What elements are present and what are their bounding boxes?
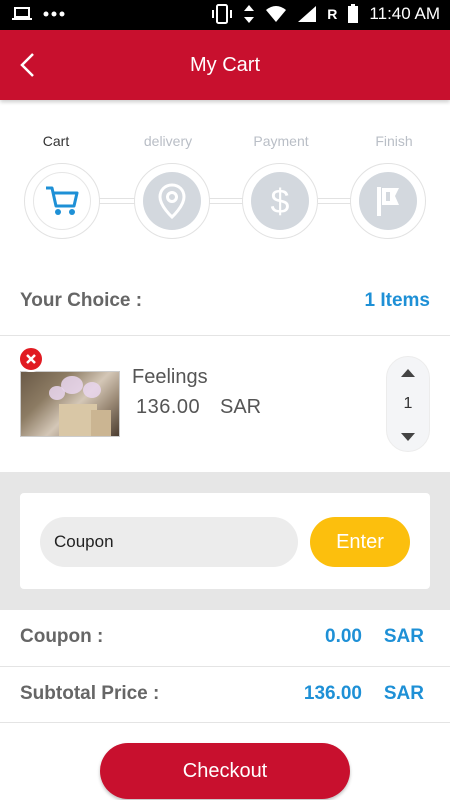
- step-payment[interactable]: $: [242, 163, 318, 239]
- flag-icon: [377, 187, 399, 216]
- clock: 11:40 AM: [369, 4, 440, 23]
- signal-icon: [298, 6, 317, 22]
- step-finish[interactable]: [350, 163, 426, 239]
- item-count: 1 Items: [364, 290, 430, 311]
- step-label-finish: Finish: [375, 133, 413, 149]
- coupon-discount-row: Coupon : 0.00 SAR: [20, 626, 430, 656]
- enter-coupon-button[interactable]: Enter: [310, 517, 410, 567]
- flower-shape: [49, 386, 65, 400]
- laptop-icon: [12, 7, 32, 20]
- coupon-section: Enter: [0, 472, 450, 610]
- step-cart[interactable]: [24, 163, 100, 239]
- vibrate-icon: [212, 4, 233, 24]
- roaming-indicator: R: [327, 6, 338, 22]
- status-bar: R 11:40 AM: [0, 0, 450, 30]
- product-name: Feelings: [132, 366, 208, 388]
- product-image[interactable]: [20, 371, 120, 437]
- coupon-discount-label: Coupon :: [20, 626, 104, 647]
- subtotal-row: Subtotal Price : 136.00 SAR: [20, 683, 430, 713]
- step-label-cart: Cart: [42, 133, 70, 149]
- coupon-discount-value: 0.00: [325, 626, 362, 647]
- page-title: My Cart: [190, 54, 260, 76]
- coupon-input[interactable]: [40, 517, 298, 567]
- step-label-delivery: delivery: [143, 133, 193, 149]
- location-pin-icon: [158, 183, 186, 219]
- increase-quantity-icon[interactable]: [401, 369, 415, 377]
- cart-item: Feelings 136.00 SAR 1: [0, 336, 450, 472]
- dollar-icon: $: [271, 183, 290, 220]
- subtotal-label: Subtotal Price :: [20, 683, 160, 704]
- subtotal-currency: SAR: [383, 683, 424, 704]
- product-currency: SAR: [220, 396, 262, 418]
- coupon-card: Enter: [20, 493, 430, 589]
- choice-label: Your Choice :: [20, 290, 143, 311]
- quantity-stepper[interactable]: 1: [386, 356, 430, 452]
- svg-text:$: $: [271, 183, 290, 220]
- step-label-payment: Payment: [253, 133, 309, 149]
- choice-summary: Your Choice : 1 Items: [20, 290, 430, 320]
- divider: [0, 722, 450, 723]
- step-connector: [96, 198, 138, 204]
- divider: [0, 666, 450, 667]
- app-bar: My Cart: [0, 30, 450, 100]
- wifi-icon: [266, 6, 287, 22]
- coupon-discount-currency: SAR: [383, 626, 424, 647]
- product-price: 136.00: [136, 396, 201, 418]
- battery-icon: [348, 4, 359, 23]
- close-icon: [26, 354, 36, 364]
- flower-shape: [83, 382, 101, 398]
- step-delivery[interactable]: [134, 163, 210, 239]
- cart-icon: [46, 186, 79, 215]
- vase-shape: [91, 410, 111, 436]
- decrease-quantity-icon[interactable]: [401, 433, 415, 441]
- subtotal-value: 136.00: [303, 683, 362, 704]
- checkout-button[interactable]: Checkout: [100, 743, 350, 799]
- remove-item-button[interactable]: [18, 346, 44, 372]
- data-arrows-icon: [244, 5, 255, 23]
- quantity-value: 1: [403, 395, 413, 412]
- more-dots-icon: [43, 11, 65, 17]
